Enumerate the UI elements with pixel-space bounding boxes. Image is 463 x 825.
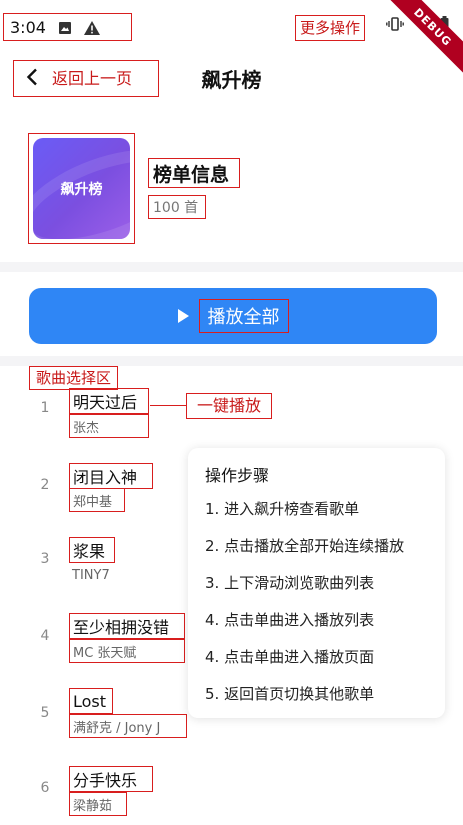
vibrate-icon [386,16,404,35]
song-index: 2 [40,477,50,493]
song-artist-annotation: 张杰 [69,414,149,438]
song-index: 3 [40,551,50,567]
page-title: 飙升榜 [201,68,262,92]
song-artist: 梁静茹 [73,798,113,814]
song-selection-area-label: 歌曲选择区 [35,368,111,387]
song-name: 分手快乐 [73,771,138,790]
song-artist: 张杰 [73,420,100,436]
song-artist-annotation: 满舒克 / Jony J [69,714,187,738]
playlist-count: 100 首 [153,200,199,216]
song-name-annotation[interactable]: 浆果 [69,537,115,563]
song-artist: MC 张天赋 [73,645,137,661]
song-name: 闭目入神 [73,468,138,487]
warning-icon [83,20,100,35]
status-time-annotation: 3:04 [3,13,132,41]
song-artist-annotation: 郑中基 [69,488,125,512]
playlist-cover: 飙升榜 [33,138,130,239]
step-item: 3. 上下滑动浏览歌曲列表 [205,574,375,592]
play-all-label-annotation: 播放全部 [198,299,289,333]
one-key-play-annotation: 一键播放 [186,393,272,419]
playlist-count-annotation: 100 首 [148,195,206,219]
section-divider [0,262,463,272]
song-artist-annotation: MC 张天赋 [69,639,185,663]
status-time: 3:04 [10,17,46,37]
song-name-annotation[interactable]: 至少相拥没错 [69,613,185,639]
step-item: 4. 点击单曲进入播放页面 [205,648,375,666]
steps-card: 操作步骤 1. 进入飙升榜查看歌单 2. 点击播放全部开始连续播放 3. 上下滑… [188,448,445,718]
annotation-connector [150,405,186,406]
song-index: 5 [40,705,50,721]
song-artist: 满舒克 / Jony J [73,720,161,736]
playlist-cover-annotation: 飙升榜 [28,133,135,244]
step-item: 5. 返回首页切换其他歌单 [205,685,375,703]
song-index: 4 [40,628,50,644]
more-actions-label: 更多操作 [299,18,360,37]
song-name-annotation[interactable]: 明天过后 [69,388,149,414]
section-divider [0,356,463,366]
song-name: Lost [73,691,107,711]
song-artist: 郑中基 [73,494,113,510]
one-key-play-label: 一键播放 [196,396,261,415]
play-all-label: 播放全部 [207,307,280,328]
steps-title: 操作步骤 [205,466,270,485]
status-bar: 3:04 更多操作 [0,0,463,50]
song-artist-annotation: 梁静茹 [69,792,127,816]
song-artist: TINY7 [72,568,110,583]
song-index: 1 [40,400,50,416]
song-name: 浆果 [73,542,106,561]
play-all-button[interactable]: 播放全部 [29,288,437,344]
song-name-annotation[interactable]: 分手快乐 [69,766,153,792]
step-item: 1. 进入飙升榜查看歌单 [205,500,360,518]
cover-text: 飙升榜 [60,181,103,198]
image-icon [58,20,72,34]
song-name: 明天过后 [73,393,138,412]
song-index: 6 [40,780,50,796]
playlist-info-title: 榜单信息 [153,163,230,186]
more-actions-button[interactable]: 更多操作 [295,15,365,41]
song-selection-area-annotation: 歌曲选择区 [29,366,118,390]
song-name: 至少相拥没错 [73,618,170,637]
play-icon [177,309,189,323]
song-name-annotation[interactable]: Lost [69,688,113,714]
step-item: 4. 点击单曲进入播放列表 [205,611,375,629]
song-name-annotation[interactable]: 闭目入神 [69,463,153,489]
playlist-info-title-annotation: 榜单信息 [148,158,240,188]
step-item: 2. 点击播放全部开始连续播放 [205,537,405,555]
